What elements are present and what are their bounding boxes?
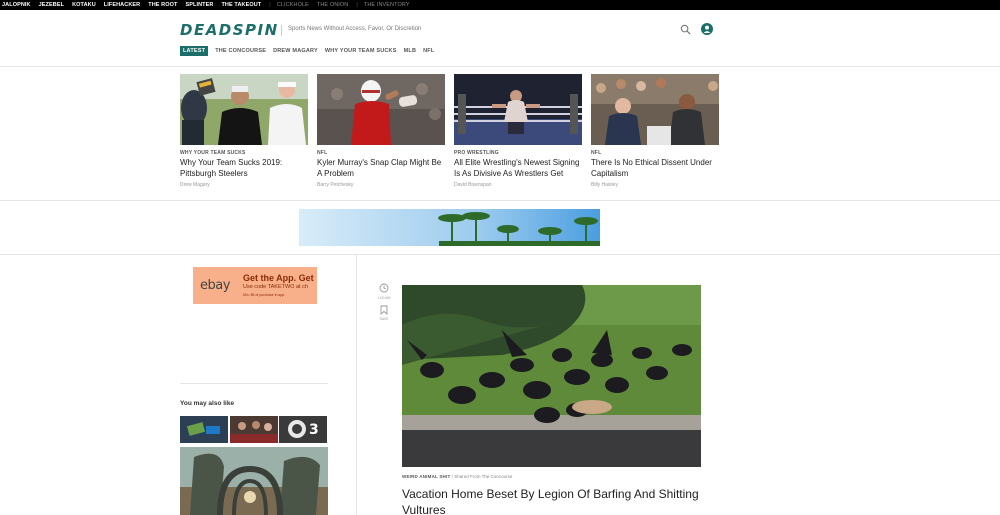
network-link-splinter[interactable]: SPLINTER [185,2,213,8]
nav-tab-latest[interactable]: LATEST [180,46,209,56]
site-logo[interactable]: DEADSPIN [180,21,279,39]
bookmark-icon[interactable] [380,305,388,315]
post-title[interactable]: Vacation Home Beset By Legion Of Barfing… [402,486,722,515]
column-divider [356,254,357,515]
ebay-logo: ebay [200,278,230,293]
sidebar-divider [180,383,328,384]
related-thumbnails: 3 [180,416,329,443]
card-category[interactable]: WHY YOUR TEAM SUCKS [180,150,308,156]
save-label[interactable]: SAVE [374,317,394,321]
post-meta-line: WEIRD ANIMAL SHIT / Shared From The Conc… [402,474,512,479]
featured-image-capitalism[interactable] [591,74,719,145]
ad-promo-code: Use code TAKETWO at ch [243,284,308,290]
featured-card[interactable]: PRO WRESTLING All Elite Wrestling's Newe… [454,74,582,188]
network-separator: | [269,2,271,8]
shared-from-label[interactable]: Shared From The Concourse [454,474,512,479]
card-title[interactable]: Kyler Murray's Snap Clap Might Be A Prob… [317,158,445,179]
you-may-also-like-heading: You may also like [180,400,235,407]
ebay-ad[interactable]: ebay Get the App. Get Use code TAKETWO a… [193,267,317,304]
related-feature-image[interactable] [180,447,328,515]
site-header: DEADSPIN Sports News Without Access, Fav… [0,10,1000,67]
card-category[interactable]: NFL [317,150,445,156]
network-link-the-root[interactable]: THE ROOT [148,2,177,8]
card-title[interactable]: There Is No Ethical Dissent Under Capita… [591,158,719,179]
ad-fine-print: Min. $5 of purchase in app. [243,293,286,297]
clock-icon [379,283,389,293]
site-tagline: Sports News Without Access, Favor, Or Di… [288,26,422,32]
nav-tab-nfl[interactable]: NFL [423,48,434,54]
featured-stories: WHY YOUR TEAM SUCKS Why Your Team Sucks … [180,74,728,188]
post-category[interactable]: WEIRD ANIMAL SHIT [402,474,450,479]
related-thumbnail[interactable] [229,416,278,443]
ad-headline: Get the App. Get [243,273,314,283]
network-link-the-takeout[interactable]: THE TAKEOUT [221,2,261,8]
section-divider [0,200,1000,201]
network-link-clickhole[interactable]: CLICKHOLE [277,2,309,8]
card-category[interactable]: PRO WRESTLING [454,150,582,156]
nav-tab-mlb[interactable]: MLB [404,48,417,54]
related-thumbnail[interactable] [180,416,228,443]
card-title[interactable]: All Elite Wrestling's Newest Signing Is … [454,158,582,179]
nav-tab-drew-magary[interactable]: DREW MAGARY [273,48,318,54]
network-link-jezebel[interactable]: JEZEBEL [39,2,64,8]
tagline-divider [281,25,282,36]
network-separator: | [356,2,358,8]
featured-card[interactable]: NFL Kyler Murray's Snap Clap Might Be A … [317,74,445,188]
network-bar: JALOPNIK JEZEBEL KOTAKU LIFEHACKER THE R… [0,0,1000,10]
card-author[interactable]: Drew Magary [180,182,308,188]
network-link-the-onion[interactable]: THE ONION [317,2,348,8]
section-divider [0,254,1000,255]
featured-image-kyler-murray[interactable] [317,74,445,145]
user-account-icon[interactable] [701,23,713,35]
card-author[interactable]: David Bixenspan [454,182,582,188]
network-link-the-inventory[interactable]: THE INVENTORY [364,2,410,8]
featured-card[interactable]: WHY YOUR TEAM SUCKS Why Your Team Sucks … [180,74,308,188]
featured-image-wrestling[interactable] [454,74,582,145]
nav-tab-the-concourse[interactable]: THE CONCOURSE [215,48,266,54]
card-author[interactable]: Barry Petchesky [317,182,445,188]
nav-tab-why-your-team-sucks[interactable]: WHY YOUR TEAM SUCKS [325,48,397,54]
card-category[interactable]: NFL [591,150,719,156]
post-image-vultures[interactable] [402,285,701,467]
network-link-kotaku[interactable]: KOTAKU [72,2,96,8]
featured-card[interactable]: NFL There Is No Ethical Dissent Under Ca… [591,74,719,188]
card-title[interactable]: Why Your Team Sucks 2019: Pittsburgh Ste… [180,158,308,179]
related-thumbnail[interactable]: 3 [279,416,327,443]
post-time: 1:00 AM [377,296,391,300]
main-nav: LATEST THE CONCOURSE DREW MAGARY WHY YOU… [180,46,441,56]
svg-text:3: 3 [309,422,319,438]
banner-ad[interactable] [299,209,600,246]
network-link-lifehacker[interactable]: LIFEHACKER [104,2,140,8]
featured-image-steelers[interactable] [180,74,308,145]
network-link-jalopnik[interactable]: JALOPNIK [2,2,31,8]
card-author[interactable]: Billy Haisley [591,182,719,188]
search-icon[interactable] [680,24,691,35]
